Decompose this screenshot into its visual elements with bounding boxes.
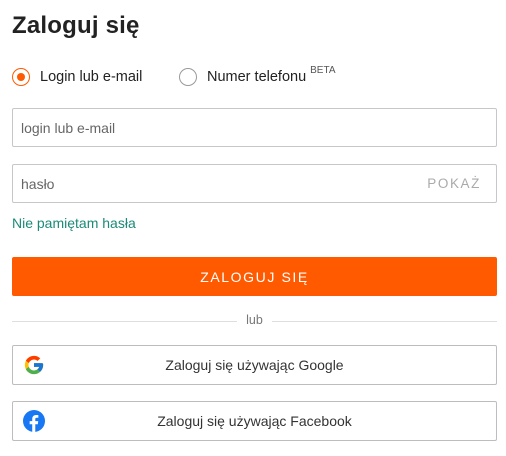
radio-indicator-selected[interactable] — [12, 68, 30, 86]
radio-label-login-email: Login lub e-mail — [40, 69, 143, 85]
radio-indicator[interactable] — [179, 68, 197, 86]
show-password-button[interactable]: POKAŻ — [427, 176, 481, 191]
login-method-radio-group: Login lub e-mail Numer telefonu BETA — [12, 64, 492, 92]
radio-phone-number[interactable]: Numer telefonu BETA — [179, 64, 336, 86]
radio-label-phone-number: Numer telefonu — [207, 69, 307, 85]
divider-line-right — [272, 321, 497, 322]
or-divider: lub — [12, 313, 497, 329]
password-input[interactable] — [21, 165, 401, 202]
beta-badge: BETA — [310, 64, 336, 76]
google-login-button[interactable]: Zaloguj się używając Google — [12, 345, 497, 385]
login-page: Zaloguj się Login lub e-mail Numer telef… — [0, 0, 506, 456]
login-submit-button[interactable]: ZALOGUJ SIĘ — [12, 257, 497, 296]
google-login-label: Zaloguj się używając Google — [165, 357, 344, 373]
facebook-login-button[interactable]: Zaloguj się używając Facebook — [12, 401, 497, 441]
page-title: Zaloguj się — [12, 12, 140, 39]
username-input[interactable] — [21, 109, 401, 146]
username-field[interactable] — [12, 108, 497, 147]
password-field[interactable]: POKAŻ — [12, 164, 497, 203]
forgot-password-link[interactable]: Nie pamiętam hasła — [12, 215, 136, 231]
radio-login-email[interactable]: Login lub e-mail — [12, 68, 142, 86]
divider-text: lub — [246, 313, 263, 327]
facebook-login-label: Zaloguj się używając Facebook — [157, 413, 352, 429]
